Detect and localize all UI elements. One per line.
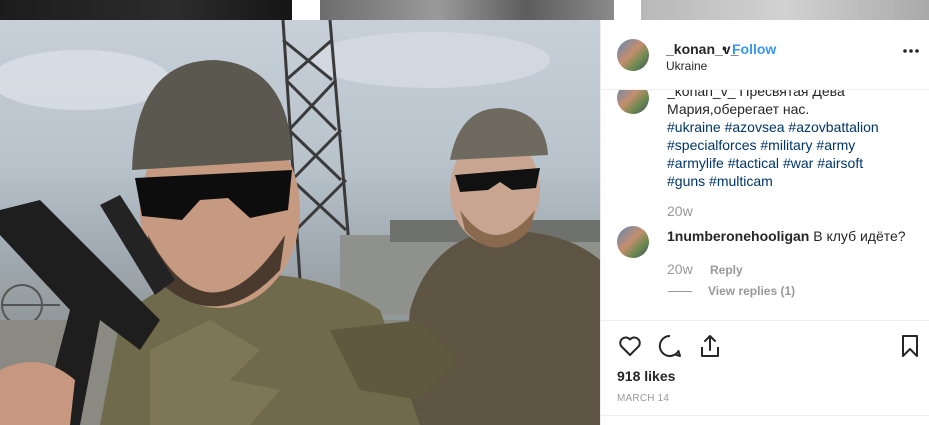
hashtag[interactable]: #specialforces [667,137,757,153]
post-header: _konan_v_ • Follow Ukraine [601,20,929,90]
hashtag[interactable]: #azovsea [725,119,785,135]
hashtag[interactable]: #guns [667,173,705,189]
post-location[interactable]: Ukraine [666,59,707,73]
heart-icon[interactable] [617,333,643,359]
feed-thumbnail[interactable] [320,0,614,20]
comment-text: В клуб идёте? [813,228,906,244]
hashtag[interactable]: #army [816,137,855,153]
share-icon[interactable] [697,333,723,359]
caption-timestamp[interactable]: 20w [667,203,693,219]
view-replies-line [668,291,692,292]
author-avatar[interactable] [617,39,649,71]
comment-timestamp[interactable]: 20w [667,261,693,277]
follow-button[interactable]: Follow [732,41,776,57]
comments-list[interactable]: _konan_v_ Пресвятая Дева Мария,оберегает… [601,90,929,326]
likes-count[interactable]: 918 likes [617,368,675,384]
hashtag[interactable]: #multicam [709,173,773,189]
post-photo-illustration [0,20,600,425]
reply-button[interactable]: Reply [710,263,743,277]
feed-thumbnail[interactable] [0,0,292,20]
view-replies-button[interactable]: View replies (1) [708,284,795,298]
hashtag[interactable]: #military [760,137,812,153]
hashtag[interactable]: #ukraine [667,119,721,135]
commenter-username[interactable]: 1numberonehooligan [667,228,809,244]
caption-avatar[interactable] [617,90,649,114]
caption-text: _konan_v_ Пресвятая Дева Мария,оберегает… [667,90,907,190]
comment: 1numberonehooligan В клуб идёте? [667,228,906,244]
caption-partial-line: _konan_v_ Пресвятая Дева [667,90,845,99]
separator-dot: • [722,40,727,56]
hashtag[interactable]: #azovbattalion [788,119,878,135]
hashtag[interactable]: #war [783,155,813,171]
feed-thumbnail-strip [0,0,929,20]
caption-body: Мария,оберегает нас. [667,101,810,117]
more-horizontal-icon[interactable] [901,44,921,58]
divider [601,415,929,416]
hashtag[interactable]: #tactical [728,155,779,171]
post-actions-section: 918 likes MARCH 14 [601,320,929,425]
post-date[interactable]: MARCH 14 [617,393,669,404]
author-username[interactable]: _konan_v_ [666,41,738,57]
feed-thumbnail[interactable] [641,0,929,20]
bookmark-icon[interactable] [897,333,923,359]
post-photo[interactable] [0,20,600,425]
commenter-avatar[interactable] [617,226,649,258]
post-details-panel: _konan_v_ • Follow Ukraine _konan_v_ Пре… [600,20,929,425]
comment-icon[interactable] [657,333,683,359]
hashtag[interactable]: #airsoft [817,155,863,171]
hashtag[interactable]: #armylife [667,155,724,171]
